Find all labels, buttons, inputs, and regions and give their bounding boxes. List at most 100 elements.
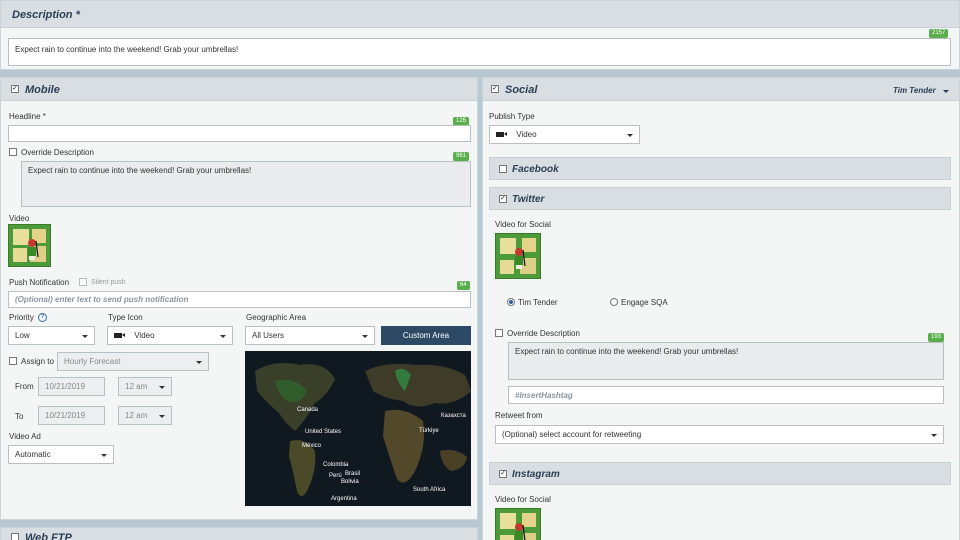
- chevron-down-icon: [196, 361, 202, 364]
- headline-label: Headline *: [9, 112, 46, 121]
- chevron-down-icon: [82, 335, 88, 338]
- twitter-override-checkbox[interactable]: [495, 329, 503, 337]
- priority-label: Priority: [9, 313, 34, 322]
- mobile-checkbox[interactable]: ✓: [11, 85, 19, 93]
- account-chevron-down-icon[interactable]: [943, 90, 949, 93]
- headline-input[interactable]: [8, 125, 471, 142]
- assign-to-select[interactable]: Hourly Forecast: [57, 352, 209, 371]
- facebook-checkbox[interactable]: [499, 165, 507, 173]
- video-camera-icon: [496, 132, 507, 138]
- priority-help-icon[interactable]: ?: [38, 313, 47, 322]
- chevron-down-icon: [159, 386, 165, 389]
- from-label: From: [15, 382, 34, 391]
- override-description-checkbox[interactable]: [9, 148, 17, 156]
- twitter-video-label: Video for Social: [495, 220, 551, 229]
- map-label-mexico: México: [302, 443, 322, 449]
- map-label-usa: United States: [305, 429, 341, 435]
- chevron-down-icon: [101, 454, 107, 457]
- video-ad-value: Automatic: [15, 450, 51, 459]
- assign-to-value: Hourly Forecast: [64, 357, 121, 366]
- instagram-video-label: Video for Social: [495, 495, 551, 504]
- geographic-map[interactable]: Canada United States México Colombia Per…: [245, 351, 471, 506]
- video-camera-icon: [114, 333, 125, 339]
- silent-push-label: Silent push: [91, 279, 126, 286]
- instagram-video-thumbnail[interactable]: [495, 508, 541, 540]
- to-time-select[interactable]: 12 am: [118, 406, 172, 425]
- radio-tim-tender[interactable]: [507, 298, 515, 306]
- radio-engage-sqa-label: Engage SQA: [621, 298, 668, 307]
- map-label-bolivia: Bolivia: [341, 479, 359, 485]
- geographic-area-label: Geographic Area: [246, 313, 307, 322]
- override-description-text: Expect rain to continue into the weekend…: [28, 166, 252, 175]
- chevron-down-icon: [159, 415, 165, 418]
- twitter-override-textarea[interactable]: Expect rain to continue into the weekend…: [508, 342, 944, 380]
- publish-type-label: Publish Type: [489, 112, 535, 121]
- twitter-header[interactable]: ✓ Twitter: [489, 187, 951, 210]
- push-notification-placeholder: (Optional) enter text to send push notif…: [15, 295, 189, 304]
- facebook-header[interactable]: Facebook: [489, 157, 951, 180]
- radio-tim-tender-label: Tim Tender: [518, 298, 558, 307]
- mobile-panel: ✓ Mobile Headline * 126 Override Descrip…: [0, 77, 478, 520]
- video-thumbnail[interactable]: [8, 224, 51, 267]
- map-label-south-africa: South Africa: [413, 487, 446, 493]
- thumbnail-character-icon: [515, 523, 526, 540]
- type-icon-select[interactable]: Video: [107, 326, 233, 345]
- facebook-title: Facebook: [512, 164, 559, 175]
- silent-push-checkbox[interactable]: [79, 278, 87, 286]
- type-icon-label: Type Icon: [108, 313, 143, 322]
- geographic-area-value: All Users: [252, 331, 285, 340]
- thumbnail-character-icon: [515, 248, 526, 269]
- override-description-textarea[interactable]: Expect rain to continue into the weekend…: [21, 161, 471, 207]
- mobile-title: Mobile: [25, 84, 60, 96]
- instagram-checkbox[interactable]: ✓: [499, 470, 507, 478]
- push-notification-label: Push Notification: [9, 278, 70, 287]
- to-date-value: 10/21/2019: [45, 411, 86, 420]
- custom-area-button[interactable]: Custom Area: [381, 326, 471, 345]
- to-time-value: 12 am: [125, 411, 148, 420]
- from-time-select[interactable]: 12 am: [118, 377, 172, 396]
- video-ad-select[interactable]: Automatic: [8, 445, 114, 464]
- hashtag-input[interactable]: #InsertHashtag: [508, 386, 944, 404]
- map-label-brasil: Brasil: [345, 471, 360, 477]
- twitter-checkbox[interactable]: ✓: [499, 195, 507, 203]
- thumbnail-character-icon: [28, 239, 39, 260]
- from-date-input[interactable]: 10/21/2019: [38, 377, 105, 396]
- override-char-count: 961: [453, 152, 470, 161]
- description-textarea[interactable]: Expect rain to continue into the weekend…: [8, 38, 951, 66]
- world-map-graphic: Canada United States México Colombia Per…: [245, 351, 471, 506]
- chevron-down-icon: [627, 134, 633, 137]
- description-panel: Description * 2157 Expect rain to contin…: [0, 0, 960, 70]
- publish-type-value: Video: [516, 130, 537, 139]
- description-char-count: 2157: [929, 29, 949, 38]
- video-label: Video: [9, 214, 30, 223]
- radio-engage-sqa[interactable]: [610, 298, 618, 306]
- priority-value: Low: [15, 331, 30, 340]
- web-ftp-checkbox[interactable]: [11, 533, 19, 540]
- twitter-video-thumbnail[interactable]: [495, 233, 541, 279]
- type-icon-value: Video: [134, 331, 155, 340]
- chevron-down-icon: [362, 335, 368, 338]
- web-ftp-title: Web FTP: [25, 532, 72, 540]
- assign-to-checkbox[interactable]: [9, 357, 17, 365]
- description-header: Description *: [1, 1, 959, 28]
- description-text: Expect rain to continue into the weekend…: [15, 45, 239, 54]
- social-account-dropdown[interactable]: Tim Tender: [893, 86, 936, 95]
- web-ftp-header: Web FTP: [1, 528, 477, 540]
- map-label-peru: Perú: [329, 473, 342, 479]
- push-notification-input[interactable]: (Optional) enter text to send push notif…: [8, 291, 471, 308]
- video-ad-label: Video Ad: [9, 432, 41, 441]
- instagram-title: Instagram: [512, 469, 560, 480]
- instagram-header[interactable]: ✓ Instagram: [489, 462, 951, 485]
- chevron-down-icon: [931, 434, 937, 437]
- geographic-area-select[interactable]: All Users: [245, 326, 375, 345]
- assign-to-label: Assign to: [21, 357, 54, 366]
- publish-type-select[interactable]: Video: [489, 125, 640, 144]
- to-date-input[interactable]: 10/21/2019: [38, 406, 105, 425]
- twitter-override-text: Expect rain to continue into the weekend…: [515, 347, 739, 356]
- social-checkbox[interactable]: ✓: [491, 85, 499, 93]
- priority-select[interactable]: Low: [8, 326, 95, 345]
- map-label-turkey: Türkiye: [419, 428, 439, 434]
- social-header: ✓ Social Tim Tender: [483, 78, 959, 101]
- hashtag-placeholder: #InsertHashtag: [515, 391, 573, 400]
- retweet-from-select[interactable]: (Optional) select account for retweeting: [495, 425, 944, 444]
